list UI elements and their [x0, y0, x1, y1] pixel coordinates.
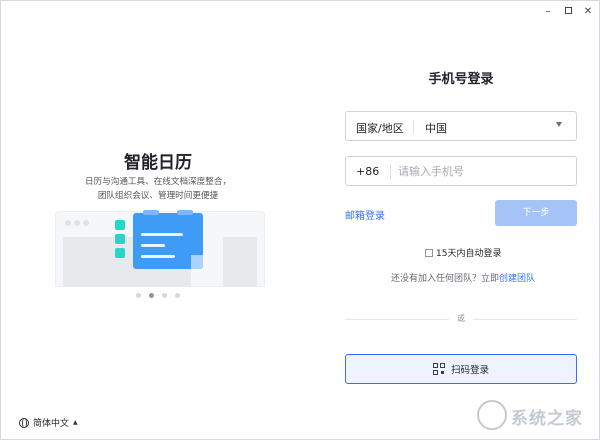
close-icon[interactable]: ✕: [579, 5, 597, 19]
phone-input[interactable]: [398, 161, 568, 181]
feature-description-line1: 日历与沟通工具、在线文档深度整合，: [84, 177, 232, 187]
feature-panel: 智能日历 日历与沟通工具、在线文档深度整合， 团队组织会议、管理时间更便捷 简体…: [1, 1, 301, 440]
qr-login-button[interactable]: 扫码登录: [345, 354, 577, 384]
carousel-dot-4[interactable]: [175, 293, 180, 298]
minimize-icon[interactable]: –: [539, 5, 557, 19]
watermark-logo-icon: [477, 400, 507, 430]
login-title: 手机号登录: [428, 72, 494, 87]
watermark-text: 系统之家: [511, 409, 583, 429]
globe-icon: [19, 417, 29, 428]
chevron-down-icon: [556, 122, 562, 127]
region-value: 中国: [425, 122, 447, 135]
auto-login-checkbox[interactable]: 15天内自动登录: [425, 246, 501, 259]
carousel-dot-1[interactable]: [136, 293, 141, 298]
carousel-dot-3[interactable]: [162, 293, 167, 298]
or-label: 或: [449, 313, 473, 324]
region-select[interactable]: 国家/地区 中国: [345, 111, 577, 141]
maximize-icon[interactable]: [559, 5, 577, 19]
country-code[interactable]: +86: [356, 165, 379, 178]
feature-description-line2: 团队组织会议、管理时间更便捷: [97, 191, 219, 201]
region-label: 国家/地区: [356, 122, 404, 135]
login-window: – ✕ 智能日历 日历与沟通工具、在线文档深度整合， 团队组织会议、管理时间更便…: [0, 0, 600, 440]
qr-login-label: 扫码登录: [450, 365, 489, 376]
language-selector[interactable]: 简体中文 ▲: [19, 416, 78, 429]
no-team-text: 还没有加入任何团队？立即: [391, 274, 500, 284]
no-team-prompt: 还没有加入任何团队？立即创建团队: [391, 271, 535, 284]
watermark: 系统之家: [473, 396, 597, 436]
language-label: 简体中文: [33, 419, 70, 429]
create-team-link[interactable]: 创建团队: [499, 274, 535, 284]
qr-code-icon: [432, 363, 445, 375]
caret-up-icon: ▲: [73, 419, 78, 426]
feature-title: 智能日历: [124, 153, 192, 173]
calendar-illustration: [55, 210, 265, 287]
checkbox-icon[interactable]: [425, 248, 433, 257]
auto-login-label: 15天内自动登录: [436, 249, 502, 259]
phone-field[interactable]: +86: [345, 156, 577, 186]
email-login-link[interactable]: 邮箱登录: [345, 207, 385, 222]
carousel-dot-2[interactable]: [149, 293, 154, 298]
next-button[interactable]: 下一步: [495, 200, 577, 226]
